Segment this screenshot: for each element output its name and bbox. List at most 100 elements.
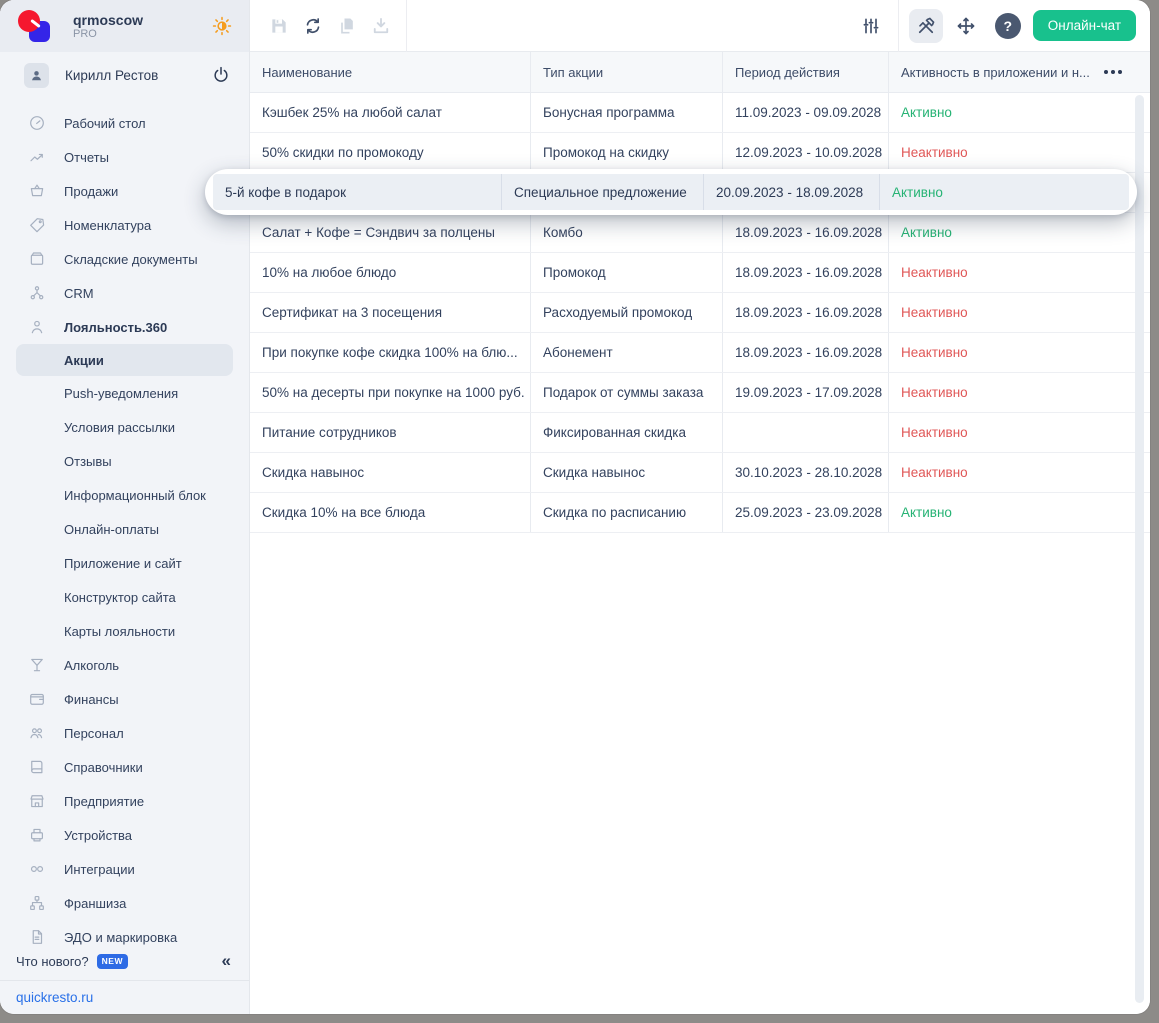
logout-power-icon[interactable] xyxy=(211,65,231,85)
sidebar-item-label: Персонал xyxy=(64,726,124,741)
cell-status: Неактивно xyxy=(888,453,1150,492)
sidebar-item-reviews[interactable]: Отзывы xyxy=(0,444,249,478)
sidebar-item-alcohol[interactable]: Алкоголь xyxy=(0,648,249,682)
sidebar-item-site-builder[interactable]: Конструктор сайта xyxy=(0,580,249,614)
staff-icon xyxy=(28,724,46,742)
sidebar-item-app-and-site[interactable]: Приложение и сайт xyxy=(0,546,249,580)
sidebar-item-label: Предприятие xyxy=(64,794,144,809)
table-row[interactable]: Скидка 10% на все блюдаСкидка по расписа… xyxy=(250,493,1150,533)
vertical-scrollbar[interactable] xyxy=(1135,95,1144,1003)
sidebar-item-info-block[interactable]: Информационный блок xyxy=(0,478,249,512)
move-icon[interactable] xyxy=(949,9,983,43)
cell-type: Промокод xyxy=(530,253,722,292)
enterprise-icon xyxy=(28,792,46,810)
sidebar-item-push-notifications[interactable]: Push-уведомления xyxy=(0,376,249,410)
sidebar-item-reports[interactable]: Отчеты xyxy=(0,140,249,174)
cell-name: 50% на десерты при покупке на 1000 руб. xyxy=(250,373,530,412)
cell-name: Сертификат на 3 посещения xyxy=(250,293,530,332)
cell-type: Подарок от суммы заказа xyxy=(530,373,722,412)
sidebar-item-enterprise[interactable]: Предприятие xyxy=(0,784,249,818)
refresh-button[interactable] xyxy=(296,9,330,43)
col-header-name[interactable]: Наименование xyxy=(250,52,530,92)
theme-toggle-sun-icon[interactable] xyxy=(211,15,233,37)
cell-name: Питание сотрудников xyxy=(250,413,530,452)
cell-period xyxy=(722,413,888,452)
table-row[interactable]: При покупке кофе скидка 100% на блю...Аб… xyxy=(250,333,1150,373)
sidebar-item-crm[interactable]: CRM xyxy=(0,276,249,310)
sidebar-item-label: ЭДО и маркировка xyxy=(64,930,177,945)
sidebar-item-dashboard[interactable]: Рабочий стол xyxy=(0,106,249,140)
devices-icon xyxy=(28,826,46,844)
sidebar-item-label: Информационный блок xyxy=(64,488,206,503)
download-button[interactable] xyxy=(364,9,398,43)
table-row[interactable]: Скидка навыносСкидка навынос30.10.2023 -… xyxy=(250,453,1150,493)
tools-icon[interactable] xyxy=(909,9,943,43)
sidebar-item-label: Онлайн-оплаты xyxy=(64,522,159,537)
sidebar-item-warehouse-docs[interactable]: Складские документы xyxy=(0,242,249,276)
sidebar-item-nomenclature[interactable]: Номенклатура xyxy=(0,208,249,242)
save-button[interactable] xyxy=(262,9,296,43)
collapse-sidebar-icon[interactable]: « xyxy=(222,951,231,971)
sidebar-item-mailing-terms[interactable]: Условия рассылки xyxy=(0,410,249,444)
dragged-row-card[interactable]: 5-й кофе в подарок Специальное предложен… xyxy=(205,169,1137,215)
franchise-icon xyxy=(28,894,46,912)
table-row[interactable]: Сертификат на 3 посещенияРасходуемый про… xyxy=(250,293,1150,333)
col-header-type[interactable]: Тип акции xyxy=(530,52,722,92)
col-header-period[interactable]: Период действия xyxy=(722,52,888,92)
sidebar-item-loyalty-cards[interactable]: Карты лояльности xyxy=(0,614,249,648)
dragged-cell-period: 20.09.2023 - 18.09.2028 xyxy=(703,174,879,210)
table-row[interactable]: 50% на десерты при покупке на 1000 руб.П… xyxy=(250,373,1150,413)
main-content: ? Онлайн-чат Наименование Тип акции Пери… xyxy=(250,0,1150,1014)
whats-new-label: Что нового? xyxy=(16,954,89,969)
col-header-activity[interactable]: Активность в приложении и н... xyxy=(888,52,1150,92)
table-row[interactable]: 10% на любое блюдоПромокод18.09.2023 - 1… xyxy=(250,253,1150,293)
sidebar-item-loyalty-360[interactable]: Лояльность.360 xyxy=(0,310,249,344)
sidebar-footer: Что нового? NEW « quickresto.ru xyxy=(0,948,249,1014)
finance-icon xyxy=(28,690,46,708)
sidebar-item-promotions[interactable]: Акции xyxy=(16,344,233,376)
sales-icon xyxy=(28,182,46,200)
user-name: Кирилл Рестов xyxy=(65,68,158,83)
sidebar-item-label: Push-уведомления xyxy=(64,386,178,401)
dragged-row: 5-й кофе в подарок Специальное предложен… xyxy=(213,174,1129,210)
online-chat-button[interactable]: Онлайн-чат xyxy=(1033,10,1136,41)
sidebar-item-label: Карты лояльности xyxy=(64,624,175,639)
whats-new-row[interactable]: Что нового? NEW « xyxy=(0,948,249,974)
brand-name: qrmoscow xyxy=(73,12,143,28)
cell-name: 10% на любое блюдо xyxy=(250,253,530,292)
sidebar-item-devices[interactable]: Устройства xyxy=(0,818,249,852)
sidebar-item-staff[interactable]: Персонал xyxy=(0,716,249,750)
table-row[interactable]: 50% скидки по промокодуПромокод на скидк… xyxy=(250,133,1150,173)
app-window: qrmoscow PRO Кирилл Рестов xyxy=(0,0,1150,1014)
sidebar-item-label: Акции xyxy=(64,353,104,368)
tag-icon xyxy=(28,216,46,234)
table-row[interactable]: Салат + Кофе = Сэндвич за полценыКомбо18… xyxy=(250,213,1150,253)
cell-status: Неактивно xyxy=(888,293,1150,332)
dragged-cell-type: Специальное предложение xyxy=(501,174,703,210)
cell-type: Скидка навынос xyxy=(530,453,722,492)
cell-name: Скидка 10% на все блюда xyxy=(250,493,530,532)
sidebar-item-label: Устройства xyxy=(64,828,132,843)
loyalty-icon xyxy=(28,318,46,336)
sidebar-item-directories[interactable]: Справочники xyxy=(0,750,249,784)
app-logo xyxy=(18,10,50,42)
cell-period: 12.09.2023 - 10.09.2028 xyxy=(722,133,888,172)
sidebar: qrmoscow PRO Кирилл Рестов xyxy=(0,0,250,1014)
table-row[interactable]: Кэшбек 25% на любой салатБонусная програ… xyxy=(250,93,1150,133)
sidebar-item-label: Франшиза xyxy=(64,896,126,911)
sidebar-item-franchise[interactable]: Франшиза xyxy=(0,886,249,920)
sidebar-item-finance[interactable]: Финансы xyxy=(0,682,249,716)
column-settings-icon[interactable] xyxy=(854,9,888,43)
table-row[interactable]: Питание сотрудниковФиксированная скидкаН… xyxy=(250,413,1150,453)
cell-name: Кэшбек 25% на любой салат xyxy=(250,93,530,132)
sidebar-item-integrations[interactable]: Интеграции xyxy=(0,852,249,886)
quickresto-link[interactable]: quickresto.ru xyxy=(16,990,93,1005)
sidebar-item-online-payments[interactable]: Онлайн-оплаты xyxy=(0,512,249,546)
copy-button[interactable] xyxy=(330,9,364,43)
column-menu-icon[interactable] xyxy=(1104,70,1124,74)
cell-type: Расходуемый промокод xyxy=(530,293,722,332)
sidebar-item-edo-marking[interactable]: ЭДО и маркировка xyxy=(0,920,249,948)
sidebar-item-label: Справочники xyxy=(64,760,143,775)
user-row: Кирилл Рестов xyxy=(0,52,249,98)
help-icon[interactable]: ? xyxy=(995,13,1021,39)
